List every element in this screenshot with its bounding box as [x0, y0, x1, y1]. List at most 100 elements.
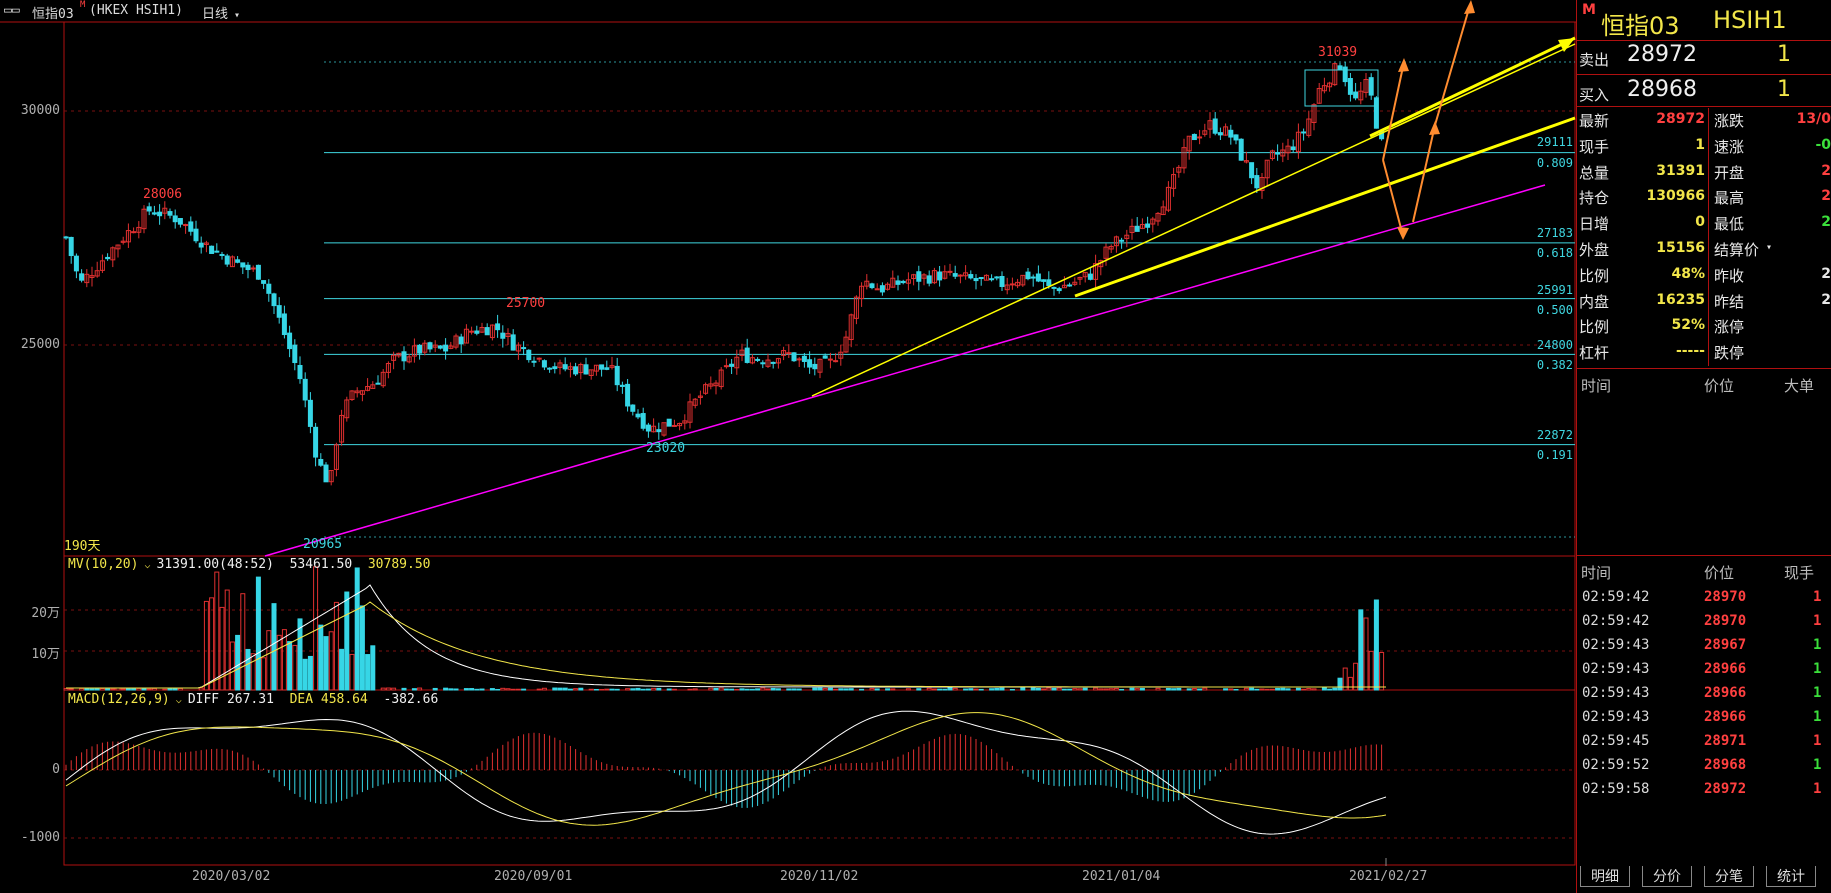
candle-body: [599, 364, 605, 370]
bid-label: 买入: [1579, 86, 1610, 104]
tab-trades[interactable]: 分笔: [1704, 866, 1754, 887]
tick-volume: 1: [1813, 733, 1822, 749]
volume-bar: [640, 688, 646, 691]
candle-body: [879, 285, 885, 293]
volume-bar: [739, 688, 745, 691]
candle-body: [625, 383, 631, 407]
tick-row[interactable]: 02:59:43 28966 1: [1577, 706, 1831, 728]
main-chart-canvas[interactable]: [0, 0, 1576, 893]
volume-bar: [775, 688, 781, 691]
volume-bar: [99, 688, 105, 691]
candle-body: [245, 264, 251, 271]
fib-price-3: 24800: [1536, 338, 1573, 352]
tick-row[interactable]: 02:59:43 28967 1: [1577, 634, 1831, 656]
candle-body: [250, 267, 256, 270]
tick-row[interactable]: 02:59:43 28966 1: [1577, 682, 1831, 704]
candle-body: [1290, 146, 1296, 151]
vol-tick-20: 20万: [31, 606, 60, 621]
tick-row[interactable]: 02:59:52 28968 1: [1577, 754, 1831, 776]
candle-body: [1301, 131, 1307, 134]
tick-time: 02:59:52: [1582, 757, 1650, 773]
volume-bar: [209, 597, 215, 691]
mv-chevron-icon[interactable]: ⌵: [138, 560, 156, 571]
volume-bar: [573, 688, 579, 691]
candle-body: [188, 221, 194, 232]
volume-bar: [1379, 651, 1385, 691]
volume-bar: [734, 688, 740, 691]
stat-right-label: 速涨: [1714, 137, 1745, 156]
volume-bar: [500, 687, 506, 691]
stat-right-label: 跌停: [1714, 344, 1745, 363]
panel-divider-1: [1577, 40, 1831, 41]
annotation-days: 190天: [64, 539, 101, 554]
volume-bar: [235, 634, 241, 691]
volume-bar: [1285, 688, 1291, 691]
volume-bar: [1098, 688, 1104, 691]
tick-volume: 1: [1813, 637, 1822, 653]
volume-bar: [994, 687, 1000, 691]
stat-left-value: 31391: [1656, 162, 1705, 179]
tick-row[interactable]: 02:59:42 28970 1: [1577, 610, 1831, 632]
candle-body: [796, 358, 802, 361]
volume-bar: [172, 688, 178, 691]
tick-row[interactable]: 02:59:43 28966 1: [1577, 658, 1831, 680]
volume-bar: [833, 688, 839, 691]
volume-bar: [1321, 687, 1327, 691]
stat-left-label: 比例: [1579, 266, 1610, 285]
macd-chevron-icon[interactable]: ⌵: [170, 695, 188, 706]
stats-column-divider: [1708, 108, 1709, 366]
panel-divider-2: [1577, 74, 1831, 75]
candle-body: [1249, 162, 1255, 179]
quote-stats-grid: 最新 28972 现手 1 总量 31391 持仓 130966 日增 0 外盘 15156 比例 48%…: [1577, 108, 1831, 366]
volume-bar: [167, 688, 173, 691]
period-selector[interactable]: 日线 ▾: [202, 3, 240, 22]
candle-body: [276, 305, 282, 318]
window-menu-icon[interactable]: ▭▭: [4, 3, 20, 18]
candle-body: [666, 418, 672, 427]
tick-row[interactable]: 02:59:45 28971 1: [1577, 730, 1831, 752]
volume-bar: [521, 688, 527, 691]
volume-bar: [744, 688, 750, 691]
volume-bar: [266, 630, 272, 691]
tick-volume: 1: [1813, 613, 1822, 629]
volume-indicator-header: MV(10,20) ⌵ 31391.00(48:52) 53461.50 307…: [68, 557, 430, 572]
tick-time: 02:59:45: [1582, 733, 1650, 749]
tick-row[interactable]: 02:59:58 28972 1: [1577, 778, 1831, 800]
volume-bar: [245, 648, 251, 691]
volume-bar: [84, 688, 90, 691]
volume-bar: [552, 687, 558, 691]
candle-body: [183, 224, 189, 227]
candle-body: [1009, 283, 1015, 286]
date-tick-3: 2020/11/02: [780, 869, 859, 884]
tab-price-dist[interactable]: 分价: [1642, 866, 1692, 887]
trendline-upper: [811, 43, 1576, 397]
list1-header-bigorder: 大单: [1784, 377, 1815, 395]
volume-bar: [708, 687, 714, 691]
chevron-down-icon[interactable]: ▾: [1766, 242, 1772, 253]
candle-body: [916, 271, 922, 282]
stat-left-value: -----: [1675, 343, 1705, 360]
fib-ratio-1: 0.618: [1536, 246, 1573, 260]
candle-body: [68, 236, 74, 257]
volume-bar: [848, 688, 854, 691]
mv-label[interactable]: MV(10,20): [68, 557, 138, 572]
candle-body: [926, 275, 932, 284]
volume-bar: [1186, 688, 1192, 691]
mv10-line: [66, 584, 1386, 689]
tick-row[interactable]: 02:59:42 28970 1: [1577, 586, 1831, 608]
tab-detail[interactable]: 明细: [1580, 866, 1630, 887]
tab-stats[interactable]: 统计: [1766, 866, 1816, 887]
candle-body: [474, 330, 480, 334]
volume-bar: [656, 687, 662, 691]
volume-bar: [588, 688, 594, 691]
settlement-dropdown[interactable]: 结算价: [1714, 239, 1759, 260]
volume-bar: [489, 688, 495, 691]
volume-bar: [198, 687, 204, 691]
macd-label[interactable]: MACD(12,26,9): [68, 692, 170, 707]
candle-body: [937, 271, 943, 281]
volume-bar: [557, 687, 563, 691]
volume-bar: [479, 688, 485, 691]
candle-body: [1337, 65, 1343, 71]
stat-left-label: 日增: [1579, 215, 1610, 234]
tick-volume: 1: [1813, 661, 1822, 677]
